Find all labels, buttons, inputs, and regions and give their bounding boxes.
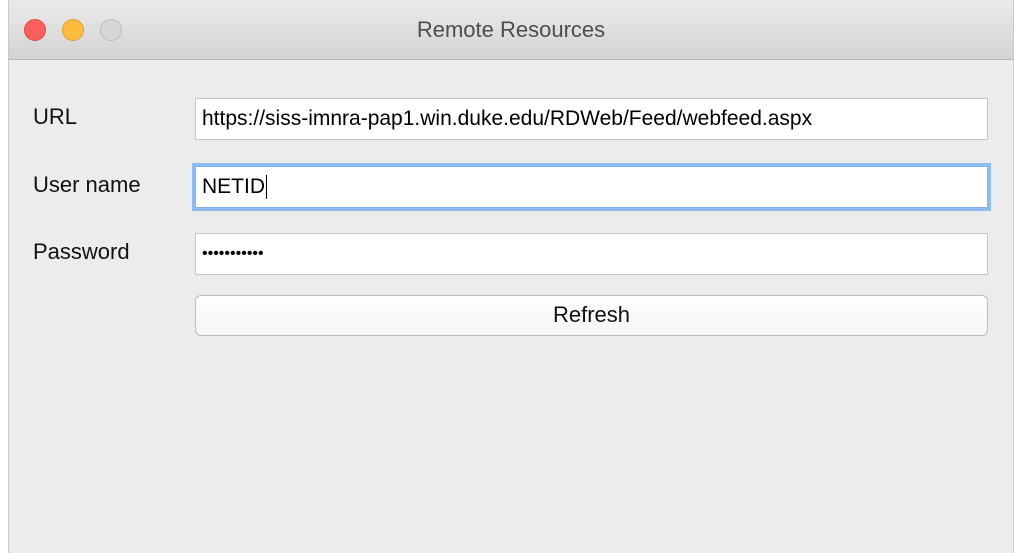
password-label: Password — [33, 239, 130, 264]
text-caret — [266, 175, 267, 200]
refresh-button[interactable]: Refresh — [195, 295, 988, 336]
password-masked-value: ••••••••••• — [202, 245, 264, 262]
window-title: Remote Resources — [416, 17, 606, 42]
username-label: User name — [33, 172, 141, 197]
username-value: NETID — [202, 175, 265, 198]
url-field[interactable]: https://siss-imnra-pap1.win.duke.edu/RDW… — [195, 98, 988, 140]
password-field[interactable]: ••••••••••• — [195, 233, 988, 275]
url-value: https://siss-imnra-pap1.win.duke.edu/RDW… — [202, 107, 813, 130]
title-bar[interactable]: Remote Resources — [9, 0, 1013, 60]
remote-resources-window: Remote Resources URL https://siss-imnra-… — [8, 0, 1014, 553]
url-label: URL — [33, 104, 78, 129]
username-field[interactable]: NETID — [195, 166, 988, 208]
refresh-button-label: Refresh — [552, 302, 631, 327]
